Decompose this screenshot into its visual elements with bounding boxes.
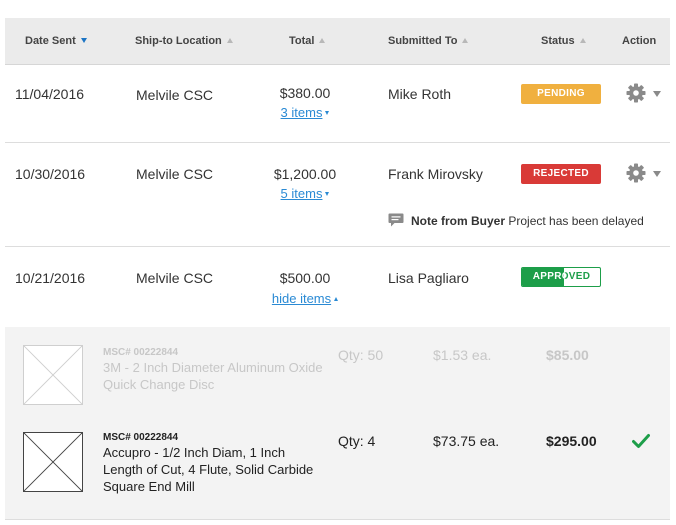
status-badge: REJECTED [521,164,601,184]
submitted-to: Lisa Pagliaro [388,270,469,286]
product-unit-price: $73.75 ea. [433,433,500,449]
product-line-total: $85.00 [546,347,589,363]
items-toggle-link[interactable]: hide items [250,291,360,306]
column-header-label: Date Sent [25,35,76,47]
checkmark-icon [632,434,650,448]
items-toggle-link[interactable]: 5 items [250,186,360,201]
column-header-label: Ship-to Location [135,35,222,47]
buyer-note: Note from Buyer Project has been delayed [411,214,644,228]
submitted-to: Frank Mirovsky [388,166,483,182]
product-qty: Qty: 4 [338,433,376,449]
product-name: Accupro - 1/2 Inch Diam, 1 Inch Length o… [103,445,314,494]
product-image-placeholder [23,432,83,492]
sort-desc-icon [80,38,87,43]
items-link-label: 5 items [280,186,323,201]
buyer-note-label: Note from Buyer [411,214,506,228]
column-header-date-sent[interactable]: Date Sent [25,35,87,47]
column-header-submitted-to[interactable]: Submitted To [388,35,469,47]
column-header-action: Action [622,35,656,47]
status-badge: PENDING [521,84,601,104]
product-unit-price: $1.53 ea. [433,347,492,363]
ship-to-location: Melvile CSC [136,270,214,286]
row-divider [5,246,670,247]
date-sent: 10/21/2016 [15,270,86,286]
sort-icon [579,38,586,43]
table-header: Date Sent Ship-to Location Total Submitt… [5,18,670,65]
column-header-ship-to[interactable]: Ship-to Location [135,35,233,47]
items-toggle-link[interactable]: 3 items [250,105,360,120]
product-name: 3M - 2 Inch Diameter Aluminum Oxide Quic… [103,360,323,392]
date-sent: 11/04/2016 [15,86,85,102]
row-divider [5,142,670,143]
sort-icon [319,38,326,43]
items-link-label: hide items [271,291,332,306]
submitted-to: Mike Roth [388,86,452,102]
order-total: $380.00 [279,85,331,101]
order-total: $500.00 [279,270,331,286]
gear-icon [626,163,646,183]
row-divider [5,519,670,520]
order-total: $1,200.00 [273,166,337,182]
chevron-down-icon [653,171,661,177]
sort-icon [462,38,469,43]
date-sent: 10/30/2016 [15,166,86,182]
expand-icon [325,111,330,115]
line-items-panel: MSC# 00222844 3M - 2 Inch Diameter Alumi… [5,327,670,519]
column-header-total[interactable]: Total [289,35,326,47]
product-line-total: $295.00 [546,433,597,449]
status-badge: APPROVED APPROVED [521,267,601,287]
action-menu-button[interactable] [626,163,666,185]
collapse-icon [334,297,339,301]
action-menu-button[interactable] [626,83,666,105]
product-image-placeholder [23,345,83,405]
ship-to-location: Melvile CSC [136,166,214,182]
ship-to-location: Melvile CSC [136,87,214,103]
column-header-label: Status [541,35,575,47]
column-header-label: Submitted To [388,35,458,47]
product-sku: MSC# 00222844 [103,347,179,358]
column-header-label: Total [289,35,315,47]
gear-icon [626,83,646,103]
product-sku: MSC# 00222844 [103,432,179,443]
expand-icon [325,192,330,196]
product-qty: Qty: 50 [338,347,384,363]
items-link-label: 3 items [280,105,323,120]
chevron-down-icon [653,91,661,97]
sort-icon [226,38,233,43]
comment-icon [388,213,404,227]
buyer-note-text: Project has been delayed [508,214,644,228]
column-header-label: Action [622,35,657,47]
column-header-status[interactable]: Status [541,35,586,47]
